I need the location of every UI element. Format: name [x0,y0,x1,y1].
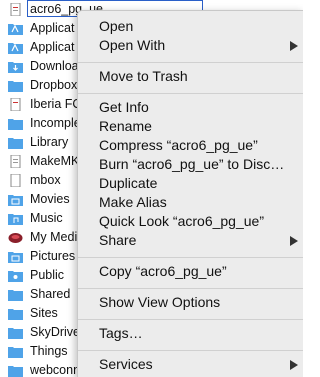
folder-icon [8,290,23,301]
file-name: webconn [30,363,81,377]
file-name: Downloa [30,59,79,73]
menu-item-copy[interactable]: Copy “acro6_pg_ue” [78,261,303,281]
applications-folder-icon [8,43,23,54]
menu-separator [78,62,303,63]
folder-icon [8,366,23,377]
downloads-folder-icon [8,62,23,73]
file-name: Applicat [30,40,75,54]
menu-item-label: Get Info [99,99,149,115]
menu-item-move-to-trash[interactable]: Move to Trash [78,66,303,86]
menu-item-rename[interactable]: Rename [78,116,303,136]
file-name: Iberia FC [30,97,82,111]
file-name: Music [30,211,63,225]
menu-item-label: Make Alias [99,194,167,210]
document-icon [10,3,21,16]
menu-item-label: Burn “acro6_pg_ue” to Disc… [99,156,285,172]
menu-item-tags[interactable]: Tags… [78,323,303,343]
menu-item-make-alias[interactable]: Make Alias [78,192,303,212]
menu-item-label: Compress “acro6_pg_ue” [99,137,258,153]
menu-item-duplicate[interactable]: Duplicate [78,173,303,193]
file-name: Movies [30,192,70,206]
finder-window: acro6_pg_ue Applicat Applicat Downloa Dr… [0,0,303,377]
file-name: Dropbox [30,78,78,92]
menu-item-get-info[interactable]: Get Info [78,97,303,117]
submenu-arrow-icon [290,236,298,246]
submenu-arrow-icon [290,360,298,370]
menu-item-share[interactable]: Share [78,230,303,250]
folder-icon [8,119,23,130]
submenu-arrow-icon [290,41,298,51]
menu-item-label: Duplicate [99,175,158,191]
file-name: My Medi [30,230,78,244]
folder-icon [8,309,23,320]
folder-icon [8,138,23,149]
menu-item-label: Open With [99,37,166,53]
movies-folder-icon [8,195,23,206]
menu-item-label: Rename [99,118,152,134]
menu-item-label: Open [99,18,134,34]
file-name: Applicat [30,21,75,35]
file-name: Sites [30,306,58,320]
menu-item-compress[interactable]: Compress “acro6_pg_ue” [78,135,303,155]
file-name: SkyDrive [30,325,81,339]
file-name: mbox [30,173,61,187]
menu-separator [78,319,303,320]
file-name: Pictures [30,249,76,263]
menu-item-open[interactable]: Open [78,16,303,36]
applications-folder-icon [8,24,23,35]
file-name: MakeMK [30,154,80,168]
document-icon [10,98,21,111]
music-folder-icon [8,214,23,225]
folder-icon [8,328,23,339]
menu-separator [78,350,303,351]
menu-item-label: Share [99,232,137,248]
menu-item-open-with[interactable]: Open With [78,35,303,55]
menu-item-burn[interactable]: Burn “acro6_pg_ue” to Disc… [78,154,303,174]
menu-separator [78,93,303,94]
menu-item-label: Move to Trash [99,68,188,84]
menu-item-show-view-options[interactable]: Show View Options [78,292,303,312]
folder-icon [8,347,23,358]
media-icon [8,233,23,243]
menu-separator [78,257,303,258]
document-icon [10,174,21,187]
file-name: Shared [30,287,71,301]
pictures-folder-icon [8,252,23,263]
menu-item-label: Services [99,356,153,372]
menu-item-services[interactable]: Services [78,354,303,374]
document-icon [10,155,21,168]
menu-separator [78,288,303,289]
menu-item-label: Show View Options [99,294,221,310]
folder-icon [8,81,23,92]
file-name: Incomple [30,116,81,130]
context-menu: Open Open With Move to Trash Get Info Re… [77,10,303,377]
file-name: Things [30,344,68,358]
menu-item-label: Quick Look “acro6_pg_ue” [99,213,264,229]
file-name: Public [30,268,65,282]
menu-item-label: Tags… [99,325,143,341]
menu-item-quick-look[interactable]: Quick Look “acro6_pg_ue” [78,211,303,231]
file-name: Library [30,135,69,149]
public-folder-icon [8,271,23,282]
menu-item-label: Copy “acro6_pg_ue” [99,263,227,279]
